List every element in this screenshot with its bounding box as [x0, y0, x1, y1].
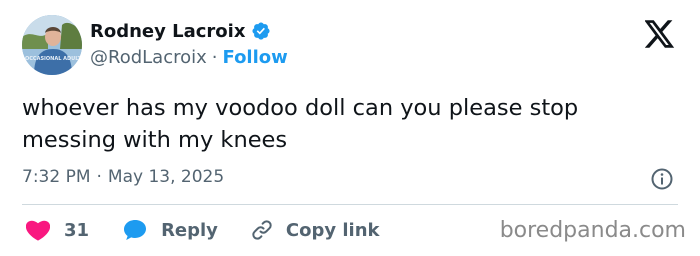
like-count: 31 — [64, 219, 90, 241]
copy-link-label: Copy link — [285, 219, 380, 241]
author-handle-row: @RodLacroix · Follow — [90, 47, 288, 68]
author-name-row: Rodney Lacroix — [90, 18, 271, 44]
divider — [22, 204, 678, 205]
tweet-date: May 13, 2025 — [107, 167, 225, 187]
link-icon — [250, 218, 274, 242]
reply-label: Reply — [161, 219, 218, 241]
watermark: boredpanda.com — [499, 218, 686, 243]
author-handle[interactable]: @RodLacroix — [90, 47, 207, 68]
avatar-photo: OCCASIONAL ADULT — [22, 15, 82, 75]
reply-button[interactable]: Reply — [123, 219, 218, 241]
handle-separator: · — [211, 47, 218, 68]
timestamp-separator: · — [96, 167, 102, 187]
heart-icon — [26, 219, 50, 241]
copy-link-button[interactable]: Copy link — [250, 218, 380, 242]
author-display-name[interactable]: Rodney Lacroix — [90, 21, 245, 42]
tweet-timestamp[interactable]: 7:32 PM · May 13, 2025 — [22, 167, 224, 187]
speech-bubble-icon — [123, 219, 147, 241]
info-icon[interactable] — [650, 167, 674, 191]
tweet-text: whoever has my voodoo doll can you pleas… — [22, 95, 579, 153]
verified-badge-icon — [251, 21, 271, 41]
like-button[interactable]: 31 — [26, 219, 89, 241]
avatar-shirt-text: OCCASIONAL ADULT — [25, 56, 82, 62]
tweet-time: 7:32 PM — [22, 167, 91, 187]
x-logo-icon[interactable] — [644, 20, 675, 48]
follow-button[interactable]: Follow — [223, 47, 288, 68]
avatar[interactable]: OCCASIONAL ADULT — [22, 15, 82, 75]
action-bar: 31 Reply Copy link — [26, 216, 380, 244]
